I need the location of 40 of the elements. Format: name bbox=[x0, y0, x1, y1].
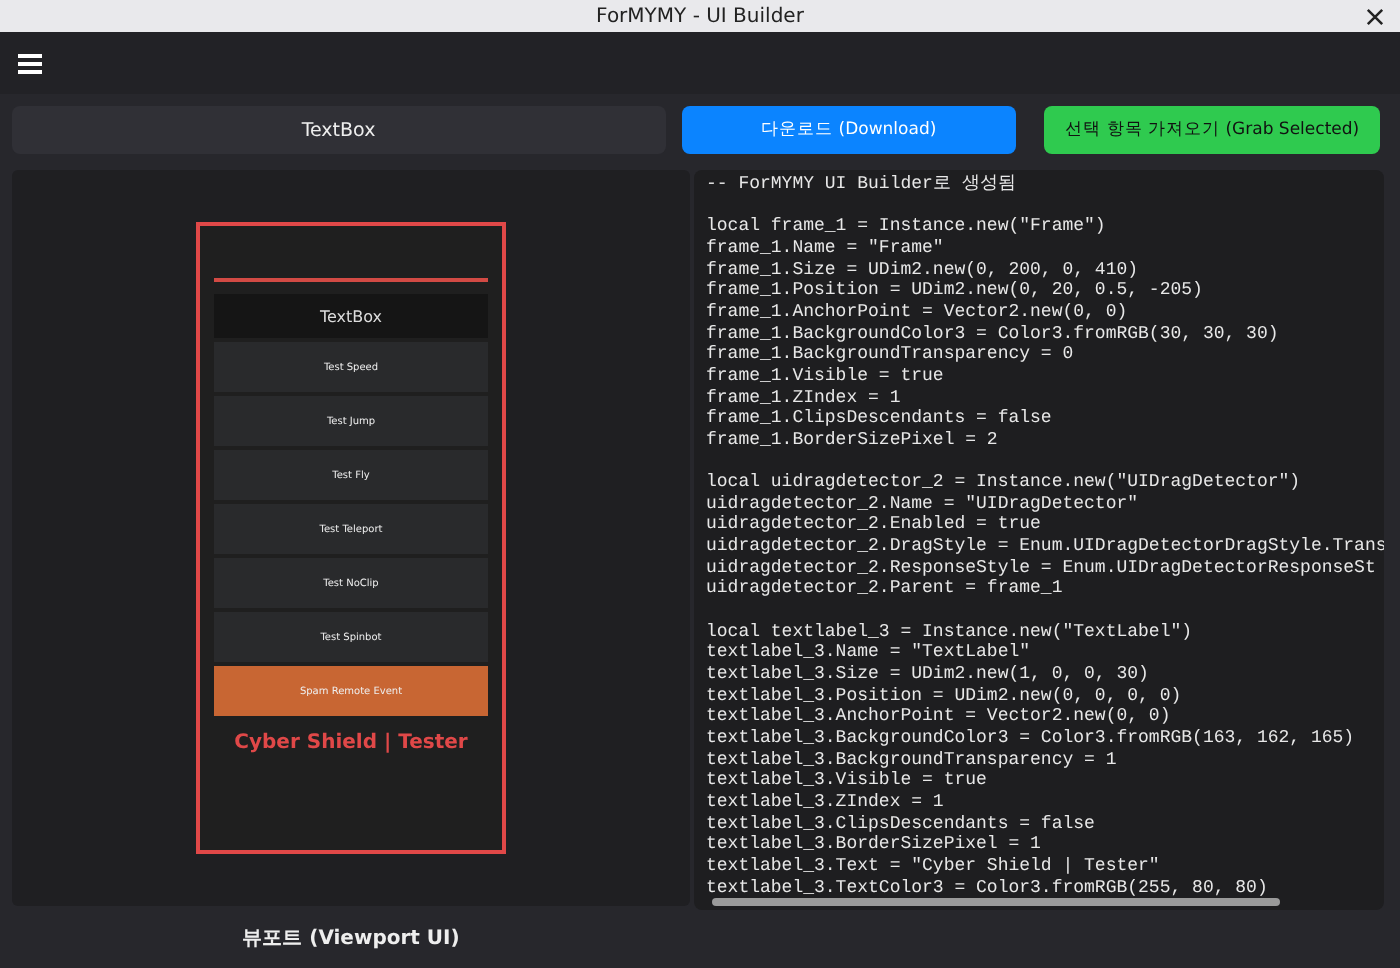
code-line: frame_1.BackgroundColor3 = Color3.fromRGB(30, 30, 30) bbox=[706, 323, 1281, 345]
horizontal-scrollbar[interactable] bbox=[712, 898, 1280, 907]
code-line: uidragdetector_2.ResponseStyle = Enum.UIDragDetectorResponseSt bbox=[706, 557, 1378, 579]
close-icon[interactable] bbox=[1366, 8, 1384, 26]
code-line: textlabel_3.TextColor3 = Color3.fromRGB(255, 80, 80) bbox=[706, 877, 1270, 899]
code-line: frame_1.Name = "Frame" bbox=[706, 237, 946, 260]
code-line: textlabel_3.ClipsDescendants = false bbox=[706, 813, 1097, 835]
code-line: textlabel_3.Visible = true bbox=[706, 770, 989, 792]
code-line: frame_1.AnchorPoint = Vector2.new(0, 0) bbox=[706, 301, 1130, 324]
code-line: local frame_1 = Instance.new("Frame") bbox=[706, 216, 1108, 238]
code-line: textlabel_3.BackgroundColor3 = Color3.fromRGB(163, 162, 165) bbox=[706, 728, 1357, 750]
code-line: frame_1.Visible = true bbox=[706, 365, 946, 388]
code-line: textlabel_3.Text = "Cyber Shield | Tester" bbox=[706, 855, 1162, 878]
code-line: textlabel_3.BorderSizePixel = 1 bbox=[706, 834, 1043, 856]
code-line: frame_1.BackgroundTransparency = 0 bbox=[706, 344, 1076, 366]
preview-label: Cyber Shield | Tester bbox=[232, 732, 470, 754]
code-line: frame_1.Position = UDim2.new(0, 20, 0.5, -205) bbox=[706, 280, 1205, 302]
code-line: -- ForMYMY UI Builder로 생성됨 bbox=[706, 174, 1018, 196]
code-line: frame_1.Size = UDim2.new(0, 200, 0, 410) bbox=[706, 259, 1141, 281]
code-line: textlabel_3.Position = UDim2.new(0, 0, 0, 0) bbox=[706, 685, 1184, 707]
code-line: textlabel_3.AnchorPoint = Vector2.new(0, 0) bbox=[706, 706, 1173, 729]
name-field[interactable]: TextBox bbox=[12, 106, 665, 154]
code-line: textlabel_3.ZIndex = 1 bbox=[706, 791, 946, 814]
code-line: uidragdetector_2.Parent = frame_1 bbox=[706, 578, 1065, 601]
download-button[interactable]: 다운로드 (Download) bbox=[681, 106, 1017, 154]
code-line: textlabel_3.Name = "TextLabel" bbox=[706, 642, 1033, 665]
code-line: local textlabel_3 = Instance.new("TextLabel") bbox=[706, 621, 1195, 643]
code-line: frame_1.ZIndex = 1 bbox=[706, 387, 903, 409]
window-title: ForMYMY - UI Builder bbox=[596, 5, 804, 27]
preview-textbox[interactable]: TextBox bbox=[214, 294, 488, 338]
viewport-caption: 뷰포트 (Viewport UI) bbox=[240, 926, 462, 952]
code-line: frame_1.ClipsDescendants = false bbox=[706, 408, 1054, 430]
code-line: uidragdetector_2.Enabled = true bbox=[706, 514, 1043, 537]
code-line: textlabel_3.Size = UDim2.new(1, 0, 0, 30) bbox=[706, 664, 1151, 686]
menu-icon[interactable] bbox=[18, 53, 42, 73]
grab-selected-button[interactable]: 선택 항목 가져오기 (Grab Selected) bbox=[1044, 106, 1380, 154]
code-line: textlabel_3.BackgroundTransparency = 1 bbox=[706, 749, 1119, 771]
code-line: frame_1.BorderSizePixel = 2 bbox=[706, 429, 1000, 452]
code-line: local uidragdetector_2 = Instance.new("UIDragDetector") bbox=[706, 472, 1303, 494]
code-line: uidragdetector_2.Name = "UIDragDetector" bbox=[706, 493, 1141, 515]
